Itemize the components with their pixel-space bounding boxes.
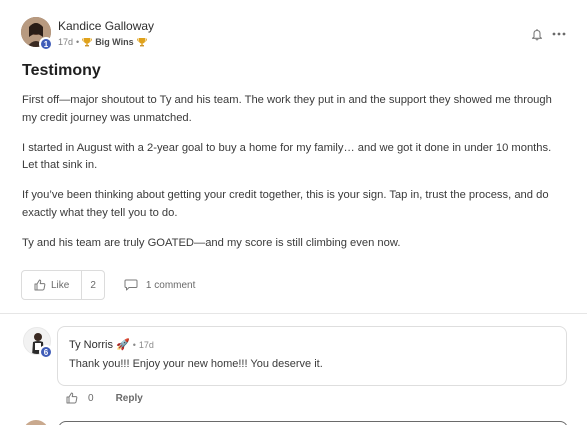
like-group: Like 2 <box>21 270 105 300</box>
post-paragraph: If you’ve been thinking about getting yo… <box>22 189 549 219</box>
post-paragraph: I started in August with a 2-year goal t… <box>22 141 552 172</box>
comment-like-count: 0 <box>88 392 94 404</box>
reply-button[interactable]: Reply <box>116 393 143 404</box>
author-level-badge: 1 <box>39 37 53 51</box>
comment-time: 17d <box>138 339 154 350</box>
post-paragraph: First off—major shoutout to Ty and his t… <box>22 94 552 124</box>
post-body: First off—major shoutout to Ty and his t… <box>22 92 567 265</box>
thumbs-up-icon <box>34 279 46 291</box>
like-label: Like <box>51 279 70 291</box>
thumbs-up-icon[interactable] <box>66 392 78 404</box>
post-paragraph: Ty and his team are truly GOATED—and my … <box>22 236 401 249</box>
rocket-icon: 🚀 <box>116 339 130 351</box>
post-meta: 17d • Big Wins <box>58 37 147 47</box>
bell-icon[interactable] <box>529 26 545 42</box>
comment-input[interactable] <box>58 421 568 425</box>
comment-author[interactable]: Ty Norris <box>69 339 113 351</box>
trophy-icon <box>82 38 93 47</box>
commenter-level-badge: 6 <box>39 345 53 359</box>
more-icon[interactable] <box>551 26 567 42</box>
badge-label: Big Wins <box>95 37 134 47</box>
trophy-icon <box>136 38 147 47</box>
comment-count-label: 1 comment <box>145 279 196 291</box>
author-name[interactable]: Kandice Galloway <box>58 19 154 33</box>
post-actions: Like 2 1 comment <box>21 270 195 300</box>
current-user-avatar <box>23 420 49 425</box>
speech-bubble-icon <box>124 279 138 291</box>
post-title: Testimony <box>22 62 101 79</box>
divider <box>0 313 587 314</box>
comment-actions: 0 Reply <box>66 392 143 404</box>
comment-bubble: Ty Norris 🚀 • 17d Thank you!!! Enjoy you… <box>57 326 567 386</box>
like-button[interactable]: Like <box>22 271 83 299</box>
meta-separator: • <box>76 37 80 47</box>
comment-author-line: Ty Norris 🚀 • 17d <box>69 338 154 352</box>
post-time: 17d <box>58 37 74 47</box>
comment-text: Thank you!!! Enjoy your new home!!! You … <box>69 358 323 370</box>
post-header: 1 Kandice Galloway 17d • Big Wins <box>21 17 567 51</box>
comment-count-button[interactable]: 1 comment <box>124 279 195 291</box>
like-count[interactable]: 2 <box>82 271 104 299</box>
comment-separator: • <box>132 339 136 350</box>
